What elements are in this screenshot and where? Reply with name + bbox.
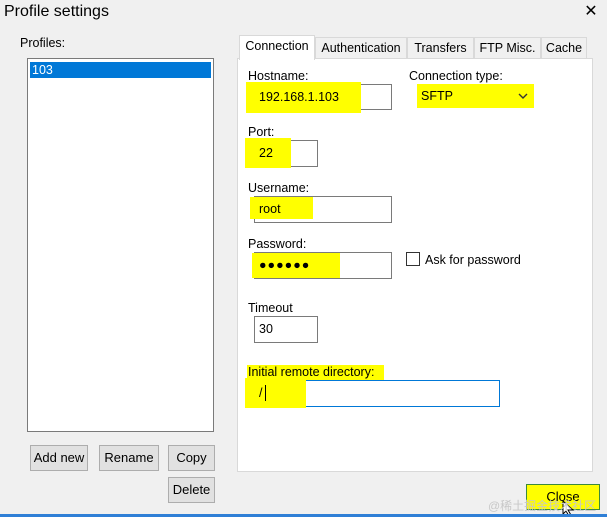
tab-connection[interactable]: Connection: [239, 35, 315, 60]
chevron-down-icon: [518, 93, 528, 99]
watermark: @稀土掘金技术社区: [488, 499, 597, 513]
password-value: ●●●●●●: [259, 258, 311, 272]
remote-dir-value: /: [259, 386, 263, 400]
port-value: 22: [259, 146, 273, 160]
connection-type-value: SFTP: [421, 89, 453, 103]
text-cursor: [265, 385, 266, 401]
tab-transfers[interactable]: Transfers: [407, 37, 474, 59]
copy-button[interactable]: Copy: [168, 445, 215, 471]
tab-ftp-misc[interactable]: FTP Misc.: [474, 37, 541, 59]
hostname-field[interactable]: 192.168.1.103: [246, 82, 392, 113]
connection-type-select[interactable]: SFTP: [417, 84, 534, 108]
close-icon[interactable]: ✕: [580, 2, 602, 22]
port-field[interactable]: 22: [245, 138, 318, 168]
rename-button[interactable]: Rename: [99, 445, 159, 471]
profiles-label: Profiles:: [20, 36, 66, 50]
username-field[interactable]: root: [250, 196, 392, 223]
username-label: Username:: [248, 181, 310, 195]
hostname-label: Hostname:: [248, 69, 309, 83]
timeout-field[interactable]: 30: [254, 316, 318, 343]
delete-button[interactable]: Delete: [168, 477, 215, 503]
hostname-value: 192.168.1.103: [259, 90, 339, 104]
username-value: root: [259, 202, 281, 216]
remote-dir-label: Initial remote directory:: [248, 365, 375, 379]
port-label: Port:: [248, 125, 275, 139]
window-title: Profile settings: [4, 3, 109, 20]
timeout-value: 30: [259, 322, 273, 336]
tab-cache[interactable]: Cache: [541, 37, 587, 59]
remote-dir-field[interactable]: /: [245, 378, 500, 408]
profile-list-item[interactable]: 103: [30, 62, 211, 78]
tab-authentication[interactable]: Authentication: [315, 37, 407, 59]
remote-dir-highlight: [245, 378, 306, 408]
profiles-list[interactable]: 103: [27, 58, 214, 432]
timeout-label: Timeout: [248, 301, 293, 315]
add-new-button[interactable]: Add new: [30, 445, 88, 471]
ask-password-label: Ask for password: [425, 253, 521, 267]
password-label: Password:: [248, 237, 307, 251]
connection-type-label: Connection type:: [409, 69, 503, 83]
password-field[interactable]: ●●●●●●: [252, 252, 392, 279]
ask-password-checkbox[interactable]: [406, 252, 420, 266]
